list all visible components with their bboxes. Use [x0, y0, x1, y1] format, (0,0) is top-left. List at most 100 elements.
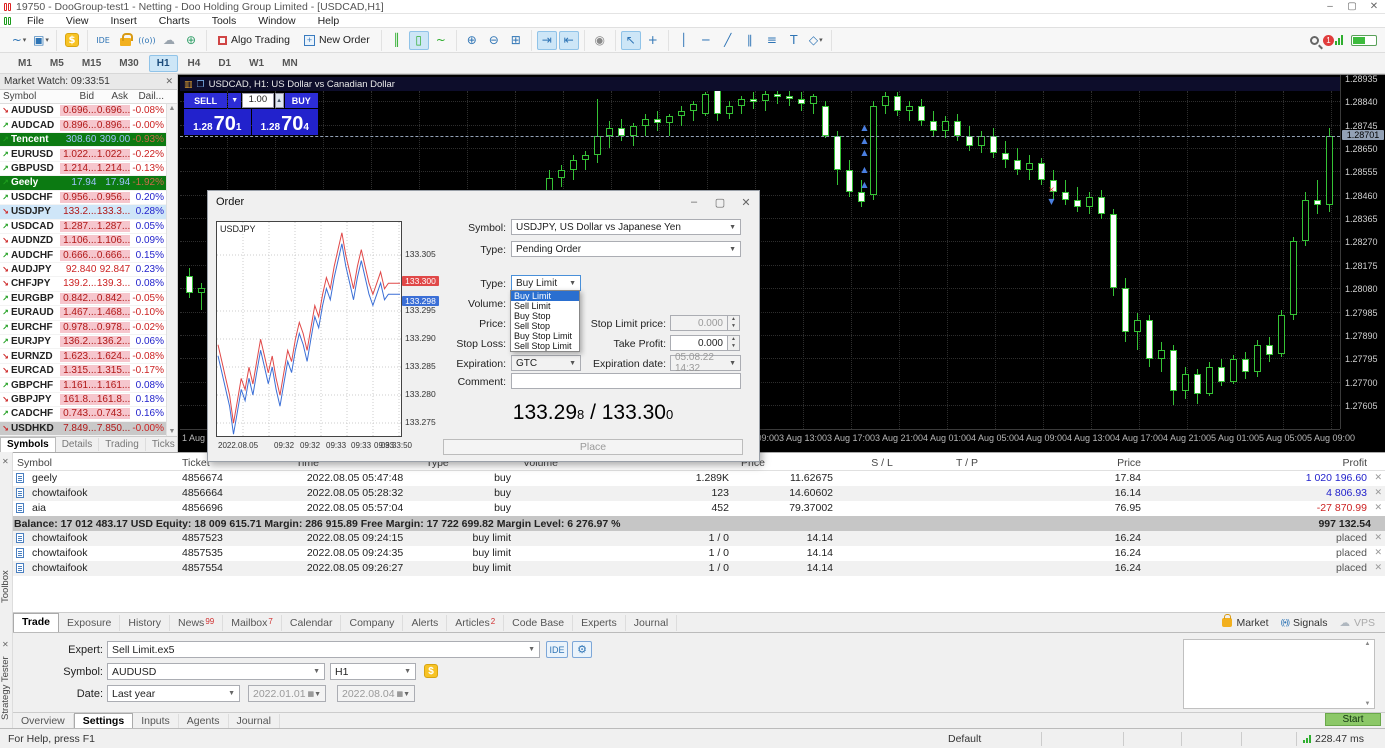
market-watch-row-audchf[interactable]: ↗AUDCHF0.666...0.666...0.15% [0, 248, 166, 262]
market-watch-row-tencent[interactable]: ↗Tencent308.60309.00-0.93% [0, 133, 166, 147]
chart-price-scale[interactable]: 1.289351.288401.287451.286501.285551.284… [1340, 75, 1385, 429]
market-watch-row-audcad[interactable]: ↗AUDCAD0.896...0.896...-0.00% [0, 118, 166, 132]
trade-column-0[interactable]: Symbol [13, 456, 178, 470]
menu-item-tools[interactable]: Tools [201, 15, 248, 27]
toolbox-tab-news[interactable]: News99 [170, 615, 223, 631]
tester-vertical-tab[interactable]: Strategy Tester [0, 648, 13, 728]
minimize-icon[interactable]: – [1319, 1, 1341, 12]
tester-tab-agents[interactable]: Agents [179, 714, 229, 728]
type-select[interactable]: Pending Order▼ [511, 241, 741, 257]
place-button[interactable]: Place [443, 439, 743, 455]
new-order-button[interactable]: +New Order [297, 31, 377, 49]
order-type-option-sell-stop-limit[interactable]: Sell Stop Limit [511, 341, 579, 351]
menu-item-charts[interactable]: Charts [148, 15, 201, 27]
market-watch-tab-ticks[interactable]: Ticks [146, 438, 182, 451]
one-click-dropdown-icon[interactable]: ▼ [228, 93, 241, 108]
trade-row-4857535[interactable]: chowtaifook48575352022.08.05 09:24:35buy… [0, 546, 1385, 561]
text-icon[interactable]: T [784, 31, 804, 50]
menu-item-file[interactable]: File [16, 15, 55, 27]
toolbox-tab-trade[interactable]: Trade [13, 613, 59, 632]
market-watch-close-icon[interactable]: ✕ [165, 76, 173, 87]
zoom-out-icon[interactable]: ⊖ [484, 31, 504, 50]
market-watch-tab-symbols[interactable]: Symbols [0, 437, 56, 452]
stop-limit-spinner[interactable]: ▲▼ [728, 315, 740, 331]
close-position-icon[interactable]: ✕ [1374, 502, 1382, 513]
screenshot-icon[interactable]: ◉ [590, 31, 610, 50]
market-watch-row-chfjpy[interactable]: ↘CHFJPY139.2...139.3...0.08% [0, 277, 166, 291]
market-watch-tab-details[interactable]: Details [56, 438, 100, 451]
tile-windows-icon[interactable]: ⊞ [506, 31, 526, 50]
trade-row-4856696[interactable]: aia48566962022.08.05 05:57:04buy45279.37… [0, 501, 1385, 516]
trade-row-4856664[interactable]: chowtaifook48566642022.08.05 05:28:32buy… [0, 486, 1385, 501]
market-watch-row-eurjpy[interactable]: ↗EURJPY136.2...136.2...0.06% [0, 335, 166, 349]
market-watch-row-eurusd[interactable]: ↗EURUSD1.022...1.022...-0.22% [0, 147, 166, 161]
order-dialog-titlebar[interactable]: Order – ▢ ✕ [208, 191, 759, 213]
one-click-volume-spinner[interactable]: ▲ [275, 93, 284, 108]
dialog-maximize-icon[interactable]: ▢ [707, 196, 733, 209]
toolbox-tab-company[interactable]: Company [341, 615, 403, 631]
trade-row-4857554[interactable]: chowtaifook48575542022.08.05 09:26:27buy… [0, 561, 1385, 576]
order-type-option-sell-stop[interactable]: Sell Stop [511, 321, 579, 331]
mw-column-2[interactable]: Ask [97, 90, 131, 103]
crosshair-icon[interactable]: + [643, 31, 663, 50]
bars-chart-icon[interactable]: ║ [387, 31, 407, 50]
mw-column-3[interactable]: Dail... [131, 90, 167, 103]
candles-chart-icon[interactable]: ▯ [409, 31, 429, 50]
channel-icon[interactable]: ∥ [740, 31, 760, 50]
metaeditor-ide-icon[interactable]: IDE [93, 31, 113, 50]
status-profile[interactable]: Default [942, 732, 1042, 746]
market-watch-row-usdcad[interactable]: ↗USDCAD1.287...1.287...0.05% [0, 220, 166, 234]
mw-column-1[interactable]: Bid [60, 90, 97, 103]
start-button[interactable]: Start [1325, 713, 1381, 726]
tester-date-to[interactable]: 2022.08.04▦▼ [337, 685, 415, 702]
tester-ide-button[interactable]: IDE [546, 641, 568, 658]
market-watch-row-cadchf[interactable]: ↗CADCHF0.743...0.743...0.16% [0, 407, 166, 421]
bottom-tab-vps[interactable]: ☁VPS [1339, 617, 1375, 629]
trendline-icon[interactable]: ╱ [718, 31, 738, 50]
toolbox-tab-history[interactable]: History [120, 615, 170, 631]
close-position-icon[interactable]: ✕ [1374, 562, 1382, 573]
order-type-option-sell-limit[interactable]: Sell Limit [511, 301, 579, 311]
horizontal-line-icon[interactable]: ─ [696, 31, 716, 50]
close-position-icon[interactable]: ✕ [1374, 532, 1382, 543]
tester-tab-settings[interactable]: Settings [74, 713, 133, 728]
close-position-icon[interactable]: ✕ [1374, 547, 1382, 558]
mw-column-0[interactable]: Symbol [0, 90, 60, 103]
market-watch-scrollbar[interactable]: ▲ ▼ [166, 104, 177, 436]
toolbox-tab-journal[interactable]: Journal [626, 615, 677, 631]
dialog-close-icon[interactable]: ✕ [733, 196, 759, 209]
market-watch-row-gbpusd[interactable]: ↗GBPUSD1.214...1.214...-0.13% [0, 162, 166, 176]
chart-window-icon[interactable]: ▣▾ [31, 31, 51, 50]
menu-item-help[interactable]: Help [307, 15, 351, 27]
menu-item-window[interactable]: Window [247, 15, 306, 27]
timeframe-m30[interactable]: M30 [111, 55, 146, 72]
tester-symbol-select[interactable]: AUDUSD▼ [107, 663, 325, 680]
order-type-select[interactable]: Buy Limit▼ [511, 275, 581, 291]
status-latency[interactable]: 228.47 ms [1297, 732, 1385, 746]
broadcast-icon[interactable]: ((o)) [137, 31, 157, 50]
timeframe-m15[interactable]: M15 [74, 55, 109, 72]
trade-column-8[interactable]: Price [1011, 456, 1145, 470]
pane-scroll-down-icon[interactable]: ▼ [1362, 701, 1373, 707]
trade-column-9[interactable]: Profit [1149, 456, 1371, 470]
close-icon[interactable]: ✕ [1363, 1, 1385, 12]
tester-tab-overview[interactable]: Overview [13, 714, 74, 728]
tester-date-from[interactable]: 2022.01.01▦▼ [248, 685, 326, 702]
order-type-option-buy-limit[interactable]: Buy Limit [511, 291, 579, 301]
tester-settings-gear-icon[interactable]: ⚙ [572, 641, 592, 658]
buy-button[interactable]: BUY [285, 93, 318, 108]
auto-scroll-icon[interactable]: ⇥ [537, 31, 557, 50]
close-position-icon[interactable]: ✕ [1374, 472, 1382, 483]
dialog-minimize-icon[interactable]: – [681, 196, 707, 209]
market-watch-row-eurnzd[interactable]: ↘EURNZD1.623...1.624...-0.08% [0, 349, 166, 363]
market-watch-columns[interactable]: SymbolBidAskDail... [0, 90, 177, 104]
menu-item-insert[interactable]: Insert [100, 15, 148, 27]
tester-tab-journal[interactable]: Journal [229, 714, 280, 728]
menu-item-view[interactable]: View [55, 15, 100, 27]
toolbox-tab-mailbox[interactable]: Mailbox7 [223, 615, 282, 631]
chart-profile-icon[interactable]: ~▾ [9, 31, 29, 50]
market-watch-row-usdhkd[interactable]: ↘USDHKD7.849...7.850...-0.00% [0, 422, 166, 436]
chart-caption[interactable]: ▥ ❐ USDCAD, H1: US Dollar vs Canadian Do… [180, 77, 1340, 91]
tester-period-select[interactable]: H1▼ [330, 663, 416, 680]
toolbox-tab-articles[interactable]: Articles2 [447, 615, 504, 631]
